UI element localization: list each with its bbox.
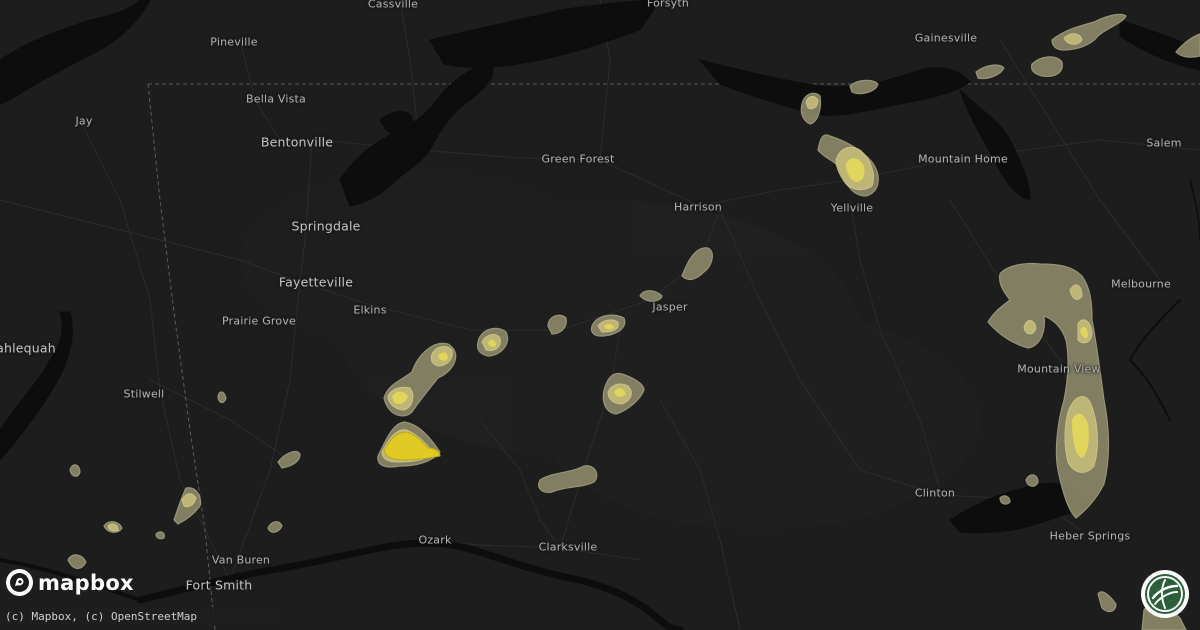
- city-label-tahlequah: ahlequah: [0, 340, 56, 356]
- site-badge[interactable]: [1141, 570, 1189, 618]
- city-label-melbourne: Melbourne: [1111, 277, 1171, 291]
- city-label-fort-smith: Fort Smith: [185, 577, 253, 593]
- city-label-heber-springs: Heber Springs: [1049, 529, 1131, 543]
- mapbox-wordmark: mapbox: [38, 570, 134, 595]
- map-canvas[interactable]: Cassville Forsyth Gainesville Pineville …: [0, 0, 1200, 630]
- city-label-green-forest: Green Forest: [541, 152, 615, 166]
- city-label-clarksville: Clarksville: [538, 540, 598, 554]
- city-label-mountain-home: Mountain Home: [918, 152, 1008, 166]
- city-label-prairie-grove: Prairie Grove: [221, 314, 297, 328]
- city-label-bentonville: Bentonville: [260, 134, 334, 150]
- site-badge-icon: [1145, 574, 1185, 614]
- city-label-jay: Jay: [75, 114, 93, 128]
- city-label-pineville: Pineville: [210, 35, 258, 49]
- map-attribution[interactable]: (c) Mapbox, (c) OpenStreetMap: [0, 607, 280, 626]
- city-label-salem: Salem: [1146, 136, 1182, 150]
- city-label-mountain-view: Mountain View: [1017, 362, 1101, 376]
- city-label-springdale: Springdale: [291, 218, 361, 234]
- mapbox-logo-icon: [6, 569, 33, 596]
- city-label-elkins: Elkins: [353, 303, 387, 317]
- city-label-bella-vista: Bella Vista: [246, 92, 306, 106]
- city-label-cassville: Cassville: [367, 0, 419, 11]
- city-label-fayetteville: Fayetteville: [278, 274, 354, 290]
- city-label-jasper: Jasper: [652, 300, 688, 314]
- city-label-van-buren: Van Buren: [211, 553, 271, 567]
- city-label-harrison: Harrison: [674, 200, 722, 214]
- city-label-stilwell: Stilwell: [123, 387, 165, 401]
- mapbox-logo[interactable]: mapbox: [6, 569, 134, 596]
- city-label-ozark: Ozark: [418, 533, 452, 547]
- city-label-gainesville: Gainesville: [914, 31, 978, 45]
- city-label-forsyth: Forsyth: [646, 0, 690, 10]
- city-label-yellville: Yellville: [830, 201, 874, 215]
- basemap: [0, 0, 1200, 630]
- city-label-clinton: Clinton: [914, 486, 956, 500]
